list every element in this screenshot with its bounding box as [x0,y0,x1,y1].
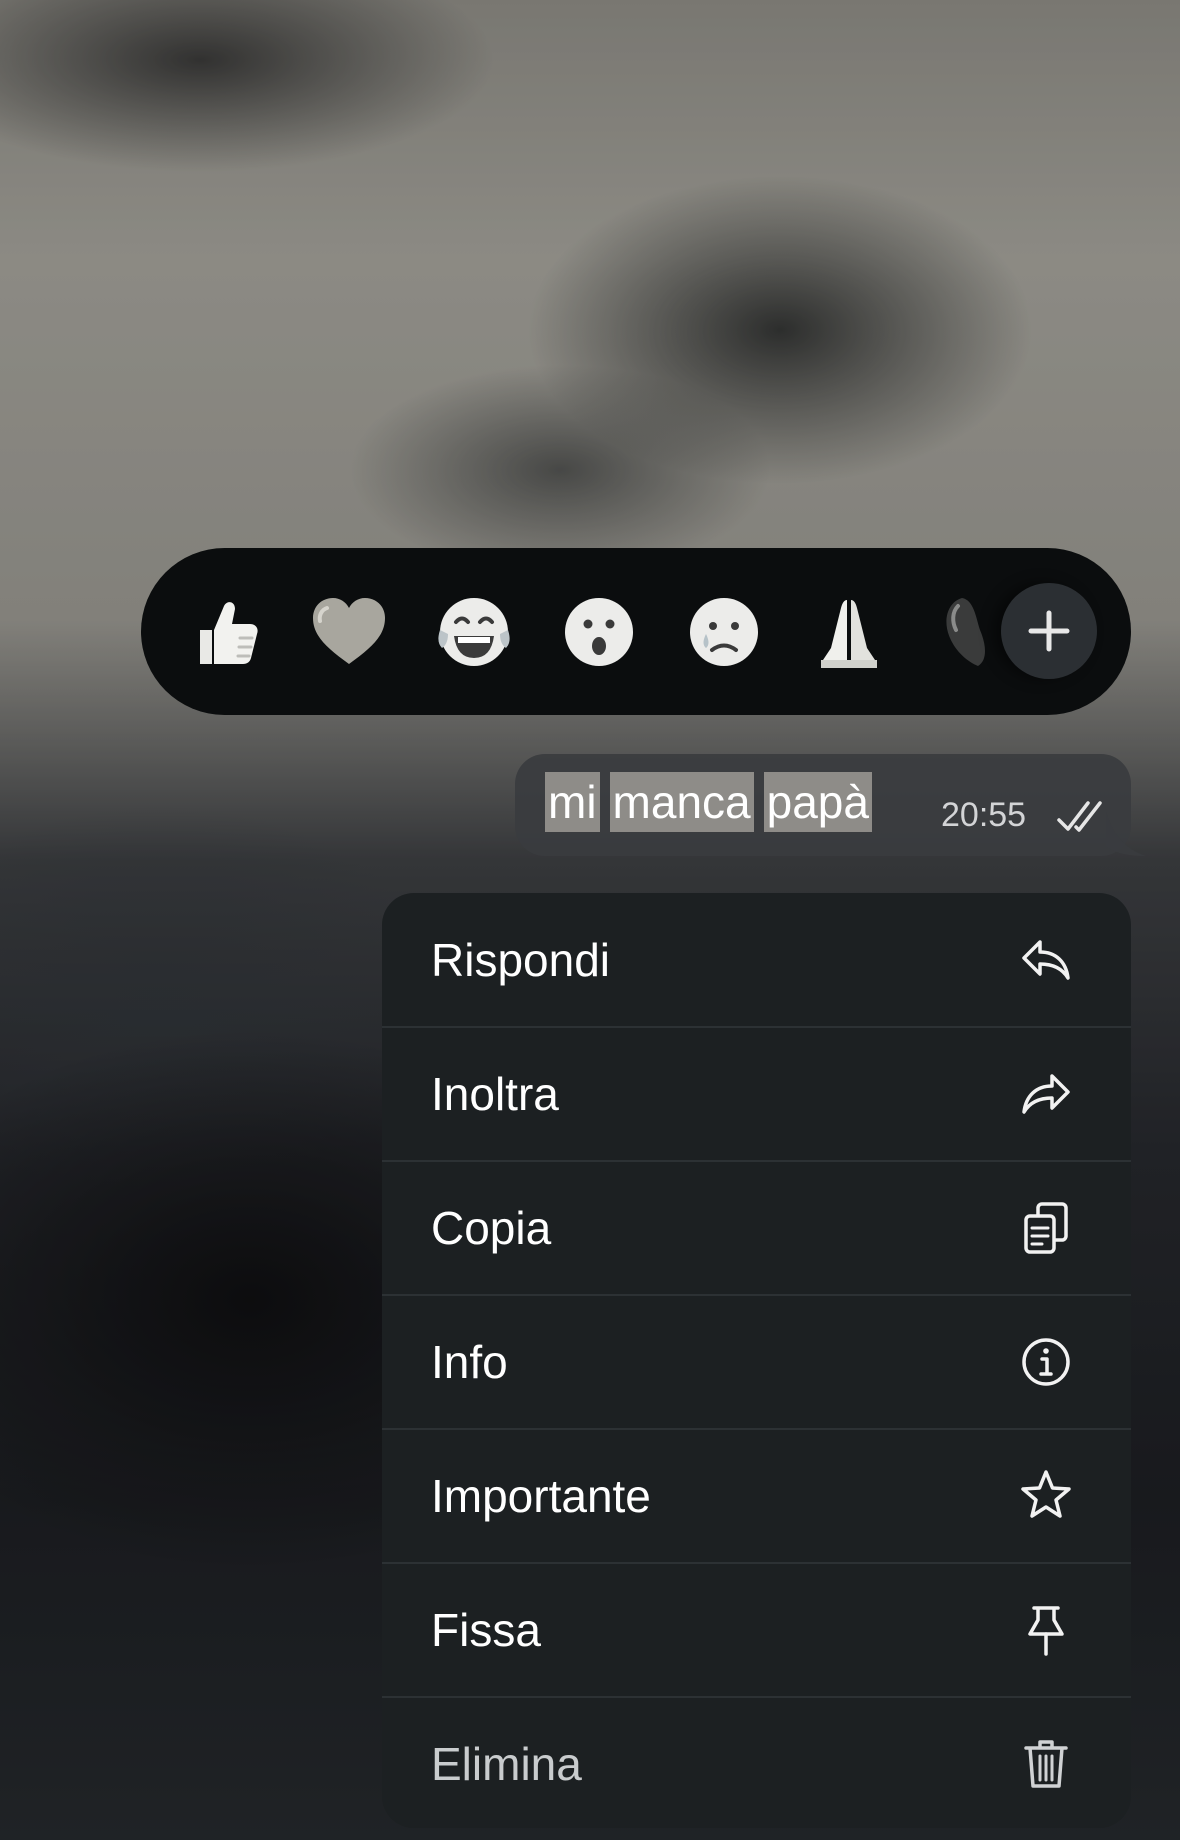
message-word[interactable]: mi [545,772,600,832]
menu-item-fissa[interactable]: Fissa [382,1563,1131,1697]
menu-item-label: Copia [431,1202,552,1254]
message-word[interactable]: manca [609,772,754,832]
menu-item-label: Inoltra [431,1068,559,1120]
menu-item-info[interactable]: Info [382,1295,1131,1429]
forward-icon [1016,1064,1076,1124]
add-reaction-button[interactable] [1001,583,1097,679]
copy-icon [1016,1198,1076,1258]
thumbs-up-emoji[interactable] [182,590,266,674]
bubble-tail [1106,810,1146,856]
info-icon [1016,1332,1076,1392]
menu-item-label: Rispondi [431,934,610,986]
menu-item-importante[interactable]: Importante [382,1429,1131,1563]
message-word[interactable]: papà [763,772,872,832]
reply-icon [1016,930,1076,990]
menu-item-elimina[interactable]: Elimina [382,1697,1131,1828]
tears-of-joy-emoji[interactable] [432,590,516,674]
crying-emoji[interactable] [682,590,766,674]
surprised-emoji[interactable] [557,590,641,674]
menu-item-label: Info [431,1336,508,1388]
double-check-icon [1057,801,1102,832]
pin-icon [1016,1600,1076,1660]
chat-background: mi manca papà 20:55 Rispondi Inoltra Cop… [0,0,1180,1840]
menu-item-rispondi[interactable]: Rispondi [382,893,1131,1027]
heart-emoji[interactable] [307,590,391,674]
menu-item-inoltra[interactable]: Inoltra [382,1027,1131,1161]
folded-hands-emoji[interactable] [807,590,891,674]
menu-item-label: Elimina [431,1738,582,1790]
plus-icon [1028,610,1070,652]
message-context-menu: Rispondi Inoltra Copia Info Importante F… [382,893,1131,1828]
menu-item-label: Fissa [431,1604,541,1656]
reaction-bar [141,548,1131,715]
message-time: 20:55 [941,796,1027,834]
star-icon [1016,1466,1076,1526]
menu-item-label: Importante [431,1470,651,1522]
message-text[interactable]: mi manca papà [545,772,872,832]
menu-item-copia[interactable]: Copia [382,1161,1131,1295]
trash-icon [1016,1734,1076,1794]
